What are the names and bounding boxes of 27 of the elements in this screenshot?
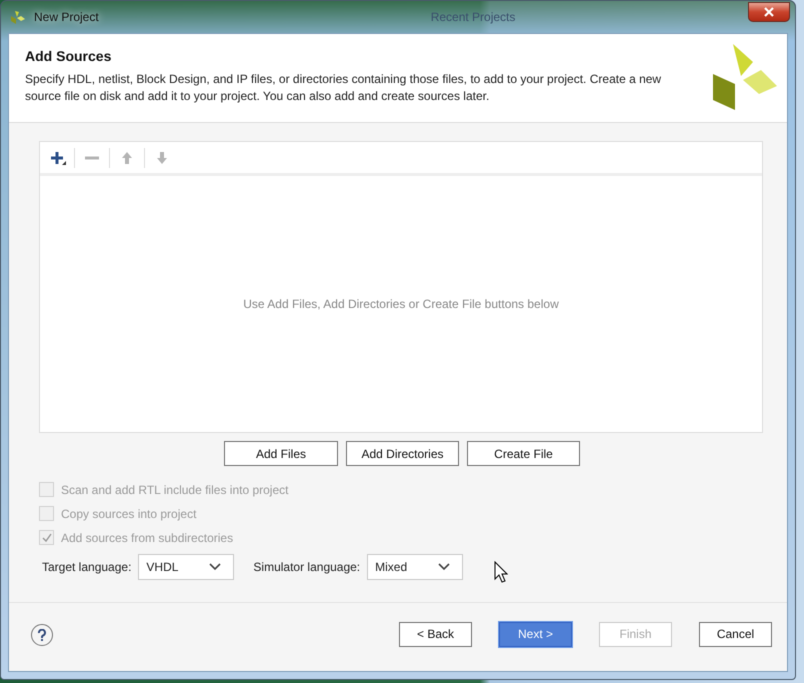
source-action-button[interactable]: Add Files: [224, 441, 338, 466]
language-dropdown[interactable]: VHDL: [138, 554, 234, 580]
empty-list-message: Use Add Files, Add Directories or Create File buttons below: [243, 297, 559, 311]
close-icon: [764, 7, 774, 17]
background-window-title: Recent Projects: [430, 10, 516, 24]
source-action-button[interactable]: Add Directories: [346, 441, 459, 466]
language-label: Target language:: [42, 560, 132, 574]
wizard-button[interactable]: < Back: [399, 622, 472, 646]
app-logo-icon: [10, 10, 26, 24]
close-button[interactable]: [748, 2, 790, 22]
option-label: Scan and add RTL include files into project: [61, 482, 288, 496]
wizard-button[interactable]: Cancel: [699, 622, 772, 646]
question-mark-icon: [37, 629, 47, 641]
language-dropdown[interactable]: Mixed: [367, 554, 464, 580]
chevron-icon: [438, 563, 450, 571]
option-label: Copy sources into project: [61, 506, 196, 520]
source-action-button[interactable]: Create File: [467, 441, 580, 466]
option-label: Add sources from subdirectories: [61, 530, 234, 544]
chevron-icon: [209, 563, 222, 571]
wizard-button[interactable]: Next >: [499, 622, 572, 646]
mouse-cursor-icon: [494, 561, 508, 583]
window-title: New Project: [34, 10, 99, 24]
help-button[interactable]: [31, 624, 53, 646]
page-description: Specify HDL, netlist, Block Design, and IP files, or directories containing those files, to add to your project. Create a new source file on disk and add it to your project. You can also add and create sources later.: [25, 71, 662, 105]
triangle-logo-drawing: [713, 44, 777, 110]
language-label: Simulator language:: [253, 560, 360, 574]
page-title: Add Sources: [25, 48, 112, 64]
